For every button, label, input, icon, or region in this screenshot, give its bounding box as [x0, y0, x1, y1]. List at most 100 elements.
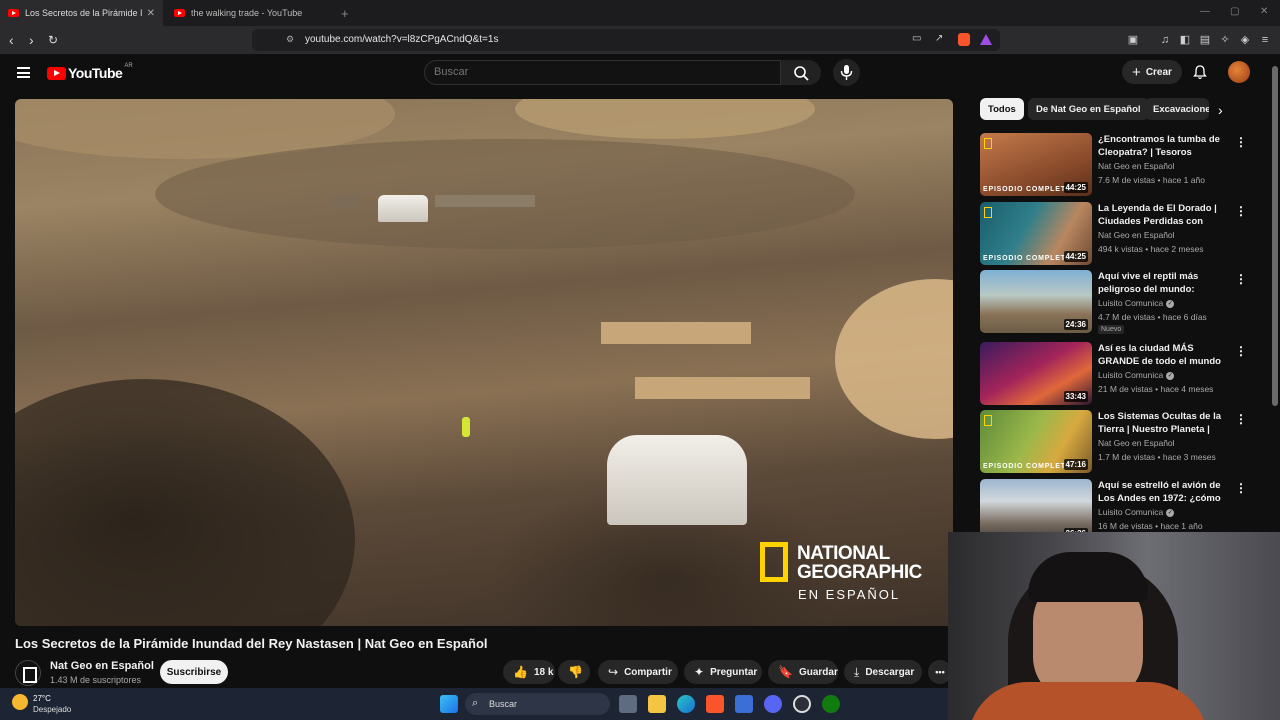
channel-name[interactable]: Nat Geo en Español	[50, 660, 154, 672]
weather-sun-icon[interactable]	[12, 694, 28, 710]
download-button[interactable]: ⤓ Descargar	[844, 660, 922, 684]
hamburger-menu-icon[interactable]	[17, 67, 30, 78]
recommendation-item[interactable]: 33:43 Así es la ciudad MÁS GRANDE de tod…	[980, 342, 1260, 406]
new-tab-button[interactable]: +	[333, 0, 357, 26]
video-scenery	[835, 279, 953, 439]
close-window-icon[interactable]: ✕	[1260, 6, 1268, 17]
recommendation-channel[interactable]: Nat Geo en Español	[1098, 230, 1175, 240]
notifications-bell-icon[interactable]	[1192, 64, 1208, 80]
recommendation-title[interactable]: Aquí se estrelló el avión de Los Andes e…	[1098, 479, 1230, 505]
video-thumbnail[interactable]: EPISODIO COMPLETO 47:16	[980, 410, 1092, 473]
obs-icon[interactable]	[793, 695, 811, 713]
video-thumbnail[interactable]: EPISODIO COMPLETO 44:25	[980, 202, 1092, 265]
recommendation-title[interactable]: Los Sistemas Ocultas de la Tierra | Nues…	[1098, 410, 1230, 436]
site-info-icon[interactable]: ⚙	[286, 34, 294, 45]
chip-todos[interactable]: Todos	[980, 98, 1024, 120]
voice-search-button[interactable]	[833, 59, 860, 86]
more-options-icon[interactable]: ⋮	[1235, 272, 1247, 286]
weather-description[interactable]: Despejado	[33, 705, 71, 714]
cast-icon[interactable]: ▭	[912, 33, 921, 44]
recommendation-channel[interactable]: Luisito Comunica ✓	[1098, 507, 1175, 517]
like-button[interactable]: 👍 18 k	[503, 660, 555, 684]
sidebar-panel-icon[interactable]: ▣	[1127, 34, 1139, 46]
more-options-icon[interactable]: ⋮	[1235, 481, 1247, 495]
chevron-right-icon[interactable]: ›	[1218, 102, 1223, 118]
tab-inactive[interactable]: the walking trade - YouTube	[166, 0, 326, 26]
recommendation-channel[interactable]: Luisito Comunica ✓	[1098, 370, 1175, 380]
share-button[interactable]: ↪ Compartir	[598, 660, 678, 684]
natgeo-logo-icon	[984, 138, 992, 149]
file-explorer-icon[interactable]	[648, 695, 666, 713]
brave-shield-icon[interactable]	[958, 33, 970, 46]
stone-wall	[601, 322, 751, 344]
video-thumbnail[interactable]: 24:36	[980, 270, 1092, 333]
brave-rewards-icon[interactable]	[980, 34, 992, 45]
recommendation-title[interactable]: Aquí vive el reptil más peligroso del mu…	[1098, 270, 1230, 296]
duration-badge: 44:25	[1063, 251, 1088, 262]
address-bar[interactable]: ⚙ youtube.com/watch?v=l8zCPgACndQ&t=1s ▭…	[252, 29, 1000, 51]
share-arrow-icon: ↪	[608, 665, 619, 679]
browser-menu-icon[interactable]: ≡	[1259, 34, 1271, 46]
dislike-button[interactable]: 👎	[558, 660, 590, 684]
split-view-icon[interactable]: ◧	[1179, 34, 1191, 46]
recommendation-title[interactable]: ¿Encontramos la tumba de Cleopatra? | Te…	[1098, 133, 1230, 159]
create-button[interactable]: + Crear	[1122, 60, 1182, 84]
recommendation-channel[interactable]: Nat Geo en Español	[1098, 161, 1175, 171]
scrollbar-thumb[interactable]	[1272, 66, 1278, 406]
user-avatar[interactable]	[1228, 61, 1250, 83]
subscribe-button[interactable]: Suscribirse	[160, 660, 228, 684]
weather-temperature[interactable]: 27°C	[33, 694, 51, 703]
search-button[interactable]	[781, 60, 821, 85]
stone-wall	[635, 377, 810, 399]
chip-nat-geo[interactable]: De Nat Geo en Español	[1028, 98, 1149, 120]
recommendation-title[interactable]: Así es la ciudad MÁS GRANDE de todo el m…	[1098, 342, 1230, 368]
video-player[interactable]: NATIONAL GEOGRAPHIC EN ESPAÑOL	[15, 99, 953, 626]
close-tab-icon[interactable]: ✕	[147, 8, 155, 19]
ask-button[interactable]: ✦ Preguntar	[684, 660, 762, 684]
recommendation-meta: 16 M de vistas • hace 1 año	[1098, 521, 1203, 531]
more-options-icon[interactable]: ⋮	[1235, 135, 1247, 149]
channel-avatar[interactable]	[15, 660, 41, 686]
taskbar-search[interactable]	[465, 693, 610, 715]
edge-icon[interactable]	[677, 695, 695, 713]
discord-icon[interactable]	[764, 695, 782, 713]
video-thumbnail[interactable]: EPISODIO COMPLETO 44:25	[980, 133, 1092, 196]
vpn-icon[interactable]: ◈	[1239, 34, 1251, 46]
video-scenery	[15, 379, 355, 626]
chip-excavaciones[interactable]: Excavaciones	[1145, 98, 1209, 120]
task-view-icon[interactable]	[619, 695, 637, 713]
maximize-icon[interactable]: ▢	[1230, 6, 1239, 17]
photos-icon[interactable]	[735, 695, 753, 713]
music-icon[interactable]: ♫	[1159, 34, 1171, 46]
search-box[interactable]	[424, 60, 781, 85]
tab-active[interactable]: Los Secretos de la Pirámide Inun ✕	[0, 0, 163, 26]
search-input[interactable]	[434, 66, 764, 78]
video-thumbnail[interactable]: 33:43	[980, 342, 1092, 405]
share-icon[interactable]: ↗	[935, 33, 943, 44]
recommendation-channel[interactable]: Nat Geo en Español	[1098, 438, 1175, 448]
wallet-icon[interactable]: ▤	[1199, 34, 1211, 46]
recommendation-item[interactable]: EPISODIO COMPLETO 44:25 La Leyenda de El…	[980, 202, 1260, 266]
save-button[interactable]: 🔖 Guardar	[768, 660, 838, 684]
channel-label: Luisito Comunica	[1098, 298, 1164, 308]
channel-label: Luisito Comunica	[1098, 507, 1164, 517]
recommendation-item[interactable]: EPISODIO COMPLETO 44:25 ¿Encontramos la …	[980, 133, 1260, 197]
xbox-icon[interactable]	[822, 695, 840, 713]
back-icon[interactable]: ‹	[9, 32, 14, 48]
recommendation-item[interactable]: EPISODIO COMPLETO 47:16 Los Sistemas Ocu…	[980, 410, 1260, 474]
recommendation-channel[interactable]: Luisito Comunica ✓	[1098, 298, 1175, 308]
minimize-icon[interactable]: —	[1200, 6, 1210, 17]
more-options-icon[interactable]: ⋮	[1235, 344, 1247, 358]
windows-start-icon[interactable]	[440, 695, 458, 713]
brave-icon[interactable]	[706, 695, 724, 713]
ai-icon[interactable]: ✧	[1219, 34, 1231, 46]
browser-tab-bar: Los Secretos de la Pirámide Inun ✕ the w…	[0, 0, 1280, 26]
forward-icon[interactable]: ›	[29, 32, 34, 48]
more-options-icon[interactable]: ⋮	[1235, 412, 1247, 426]
more-options-icon[interactable]: ⋮	[1235, 204, 1247, 218]
youtube-logo[interactable]: YouTube AR	[47, 63, 133, 81]
download-icon: ⤓	[854, 664, 860, 679]
reload-icon[interactable]: ↻	[48, 32, 58, 48]
recommendation-title[interactable]: La Leyenda de El Dorado | Ciudades Perdi…	[1098, 202, 1230, 228]
recommendation-item[interactable]: 24:36 Aquí vive el reptil más peligroso …	[980, 270, 1260, 334]
